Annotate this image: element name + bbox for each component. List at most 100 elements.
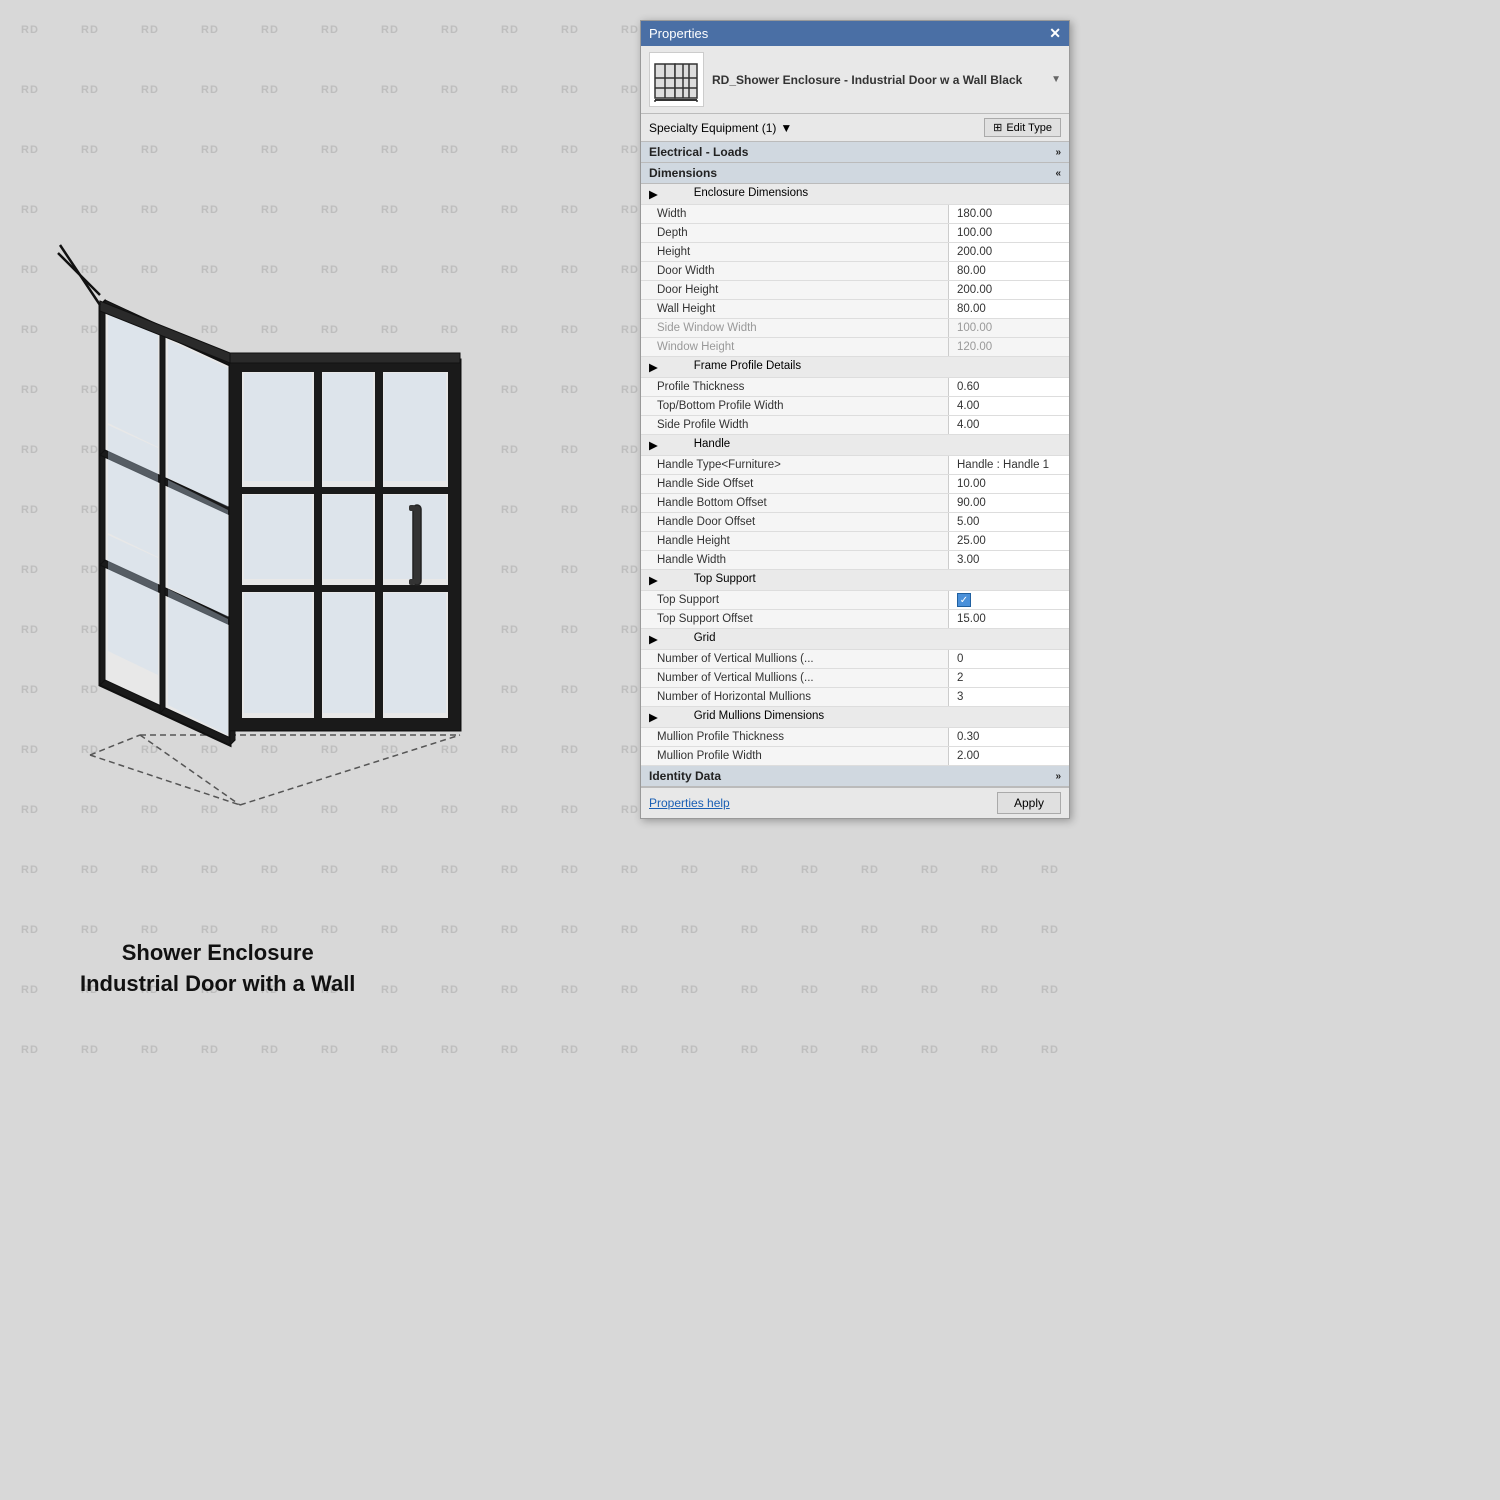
header-dropdown-arrow[interactable]: ▼ bbox=[1051, 74, 1061, 85]
prop-value[interactable]: 100.00 bbox=[949, 224, 1069, 242]
prop-value[interactable]: 180.00 bbox=[949, 205, 1069, 223]
subsection-top-support-arrow: ▶ bbox=[641, 570, 694, 590]
prop-row: Handle Width3.00 bbox=[641, 551, 1069, 570]
prop-row: Top/Bottom Profile Width4.00 bbox=[641, 397, 1069, 416]
section-identity-collapse: » bbox=[1055, 771, 1061, 782]
prop-value[interactable]: 3 bbox=[949, 688, 1069, 706]
caption-line1: Shower Enclosure bbox=[80, 938, 355, 969]
prop-row: Top Support Offset15.00 bbox=[641, 610, 1069, 629]
shower-drawing bbox=[40, 80, 540, 830]
prop-label: Mullion Profile Width bbox=[641, 747, 949, 765]
prop-value[interactable]: Handle : Handle 1 bbox=[949, 456, 1069, 474]
prop-row: Number of Horizontal Mullions3 bbox=[641, 688, 1069, 707]
prop-label: Top Support bbox=[641, 591, 949, 609]
edit-type-button[interactable]: ⊞ Edit Type bbox=[984, 118, 1061, 137]
section-electrical[interactable]: Electrical - Loads » bbox=[641, 142, 1069, 163]
subsection-enclosure-arrow: ▶ bbox=[641, 184, 694, 204]
subsection-handle[interactable]: ▶ Handle bbox=[641, 435, 1069, 456]
prop-value[interactable]: 5.00 bbox=[949, 513, 1069, 531]
caption-line2: Industrial Door with a Wall bbox=[80, 969, 355, 1000]
prop-value[interactable]: 4.00 bbox=[949, 397, 1069, 415]
top-support-properties: Top SupportTop Support Offset15.00 bbox=[641, 591, 1069, 629]
prop-row: Mullion Profile Thickness0.30 bbox=[641, 728, 1069, 747]
prop-row: Handle Door Offset5.00 bbox=[641, 513, 1069, 532]
prop-row: Door Width80.00 bbox=[641, 262, 1069, 281]
section-identity[interactable]: Identity Data » bbox=[641, 766, 1069, 787]
type-selector[interactable]: Specialty Equipment (1) ▼ bbox=[649, 121, 792, 135]
section-dimensions-collapse: « bbox=[1055, 168, 1061, 179]
prop-value[interactable]: 0.60 bbox=[949, 378, 1069, 396]
prop-value[interactable]: 80.00 bbox=[949, 262, 1069, 280]
prop-value[interactable]: 0.30 bbox=[949, 728, 1069, 746]
component-icon bbox=[653, 56, 701, 104]
apply-button[interactable]: Apply bbox=[997, 792, 1061, 814]
prop-value[interactable]: 80.00 bbox=[949, 300, 1069, 318]
panel-footer: Properties help Apply bbox=[641, 787, 1069, 818]
prop-value[interactable]: 90.00 bbox=[949, 494, 1069, 512]
panel-titlebar: Properties ✕ bbox=[641, 21, 1069, 46]
prop-value[interactable]: 25.00 bbox=[949, 532, 1069, 550]
prop-row: Door Height200.00 bbox=[641, 281, 1069, 300]
prop-label: Handle Type<Furniture> bbox=[641, 456, 949, 474]
properties-panel: Properties ✕ RD_Shower Enclosure - bbox=[640, 20, 1070, 819]
prop-row: Handle Height25.00 bbox=[641, 532, 1069, 551]
prop-value[interactable]: 120.00 bbox=[949, 338, 1069, 356]
subsection-frame[interactable]: ▶ Frame Profile Details bbox=[641, 357, 1069, 378]
checkbox-checked[interactable] bbox=[957, 593, 971, 607]
prop-row: Wall Height80.00 bbox=[641, 300, 1069, 319]
prop-value[interactable]: 2.00 bbox=[949, 747, 1069, 765]
prop-label: Handle Width bbox=[641, 551, 949, 569]
prop-label: Top Support Offset bbox=[641, 610, 949, 628]
panel-header: RD_Shower Enclosure - Industrial Door w … bbox=[641, 46, 1069, 114]
prop-row: Depth100.00 bbox=[641, 224, 1069, 243]
subsection-enclosure[interactable]: ▶ Enclosure Dimensions bbox=[641, 184, 1069, 205]
prop-value[interactable]: 4.00 bbox=[949, 416, 1069, 434]
prop-label: Side Window Width bbox=[641, 319, 949, 337]
grid-properties: Number of Vertical Mullions (...0Number … bbox=[641, 650, 1069, 707]
prop-row: Side Window Width100.00 bbox=[641, 319, 1069, 338]
subsection-grid-label: Grid bbox=[694, 629, 1069, 649]
prop-value[interactable]: 2 bbox=[949, 669, 1069, 687]
section-dimensions[interactable]: Dimensions « bbox=[641, 163, 1069, 184]
prop-row: Handle Bottom Offset90.00 bbox=[641, 494, 1069, 513]
prop-row: Number of Vertical Mullions (...0 bbox=[641, 650, 1069, 669]
prop-value[interactable] bbox=[949, 591, 1069, 609]
prop-row: Top Support bbox=[641, 591, 1069, 610]
prop-label: Profile Thickness bbox=[641, 378, 949, 396]
prop-label: Door Height bbox=[641, 281, 949, 299]
subsection-top-support-label: Top Support bbox=[694, 570, 1069, 590]
prop-label: Mullion Profile Thickness bbox=[641, 728, 949, 746]
prop-row: Width180.00 bbox=[641, 205, 1069, 224]
prop-value[interactable]: 200.00 bbox=[949, 243, 1069, 261]
subsection-handle-arrow: ▶ bbox=[641, 435, 694, 455]
subsection-handle-label: Handle bbox=[694, 435, 1069, 455]
properties-scroll-area[interactable]: Electrical - Loads » Dimensions « ▶ Encl… bbox=[641, 142, 1069, 787]
prop-value[interactable]: 200.00 bbox=[949, 281, 1069, 299]
prop-label: Handle Height bbox=[641, 532, 949, 550]
grid-mullion-properties: Mullion Profile Thickness0.30Mullion Pro… bbox=[641, 728, 1069, 766]
prop-value[interactable]: 15.00 bbox=[949, 610, 1069, 628]
prop-label: Number of Vertical Mullions (... bbox=[641, 650, 949, 668]
prop-value[interactable]: 0 bbox=[949, 650, 1069, 668]
prop-label: Number of Horizontal Mullions bbox=[641, 688, 949, 706]
prop-row: Side Profile Width4.00 bbox=[641, 416, 1069, 435]
subsection-top-support[interactable]: ▶ Top Support bbox=[641, 570, 1069, 591]
subsection-grid-arrow: ▶ bbox=[641, 629, 694, 649]
subsection-grid[interactable]: ▶ Grid bbox=[641, 629, 1069, 650]
properties-help-link[interactable]: Properties help bbox=[649, 796, 730, 810]
prop-label: Window Height bbox=[641, 338, 949, 356]
prop-label: Number of Vertical Mullions (... bbox=[641, 669, 949, 687]
subsection-grid-mullions[interactable]: ▶ Grid Mullions Dimensions bbox=[641, 707, 1069, 728]
type-dropdown-arrow[interactable]: ▼ bbox=[780, 121, 792, 135]
prop-value[interactable]: 3.00 bbox=[949, 551, 1069, 569]
prop-row: Handle Side Offset10.00 bbox=[641, 475, 1069, 494]
prop-value[interactable]: 100.00 bbox=[949, 319, 1069, 337]
prop-label: Handle Door Offset bbox=[641, 513, 949, 531]
handle-properties: Handle Type<Furniture>Handle : Handle 1H… bbox=[641, 456, 1069, 570]
close-button[interactable]: ✕ bbox=[1049, 25, 1061, 42]
prop-label: Wall Height bbox=[641, 300, 949, 318]
prop-label: Side Profile Width bbox=[641, 416, 949, 434]
prop-value[interactable]: 10.00 bbox=[949, 475, 1069, 493]
component-icon-box bbox=[649, 52, 704, 107]
prop-label: Handle Bottom Offset bbox=[641, 494, 949, 512]
